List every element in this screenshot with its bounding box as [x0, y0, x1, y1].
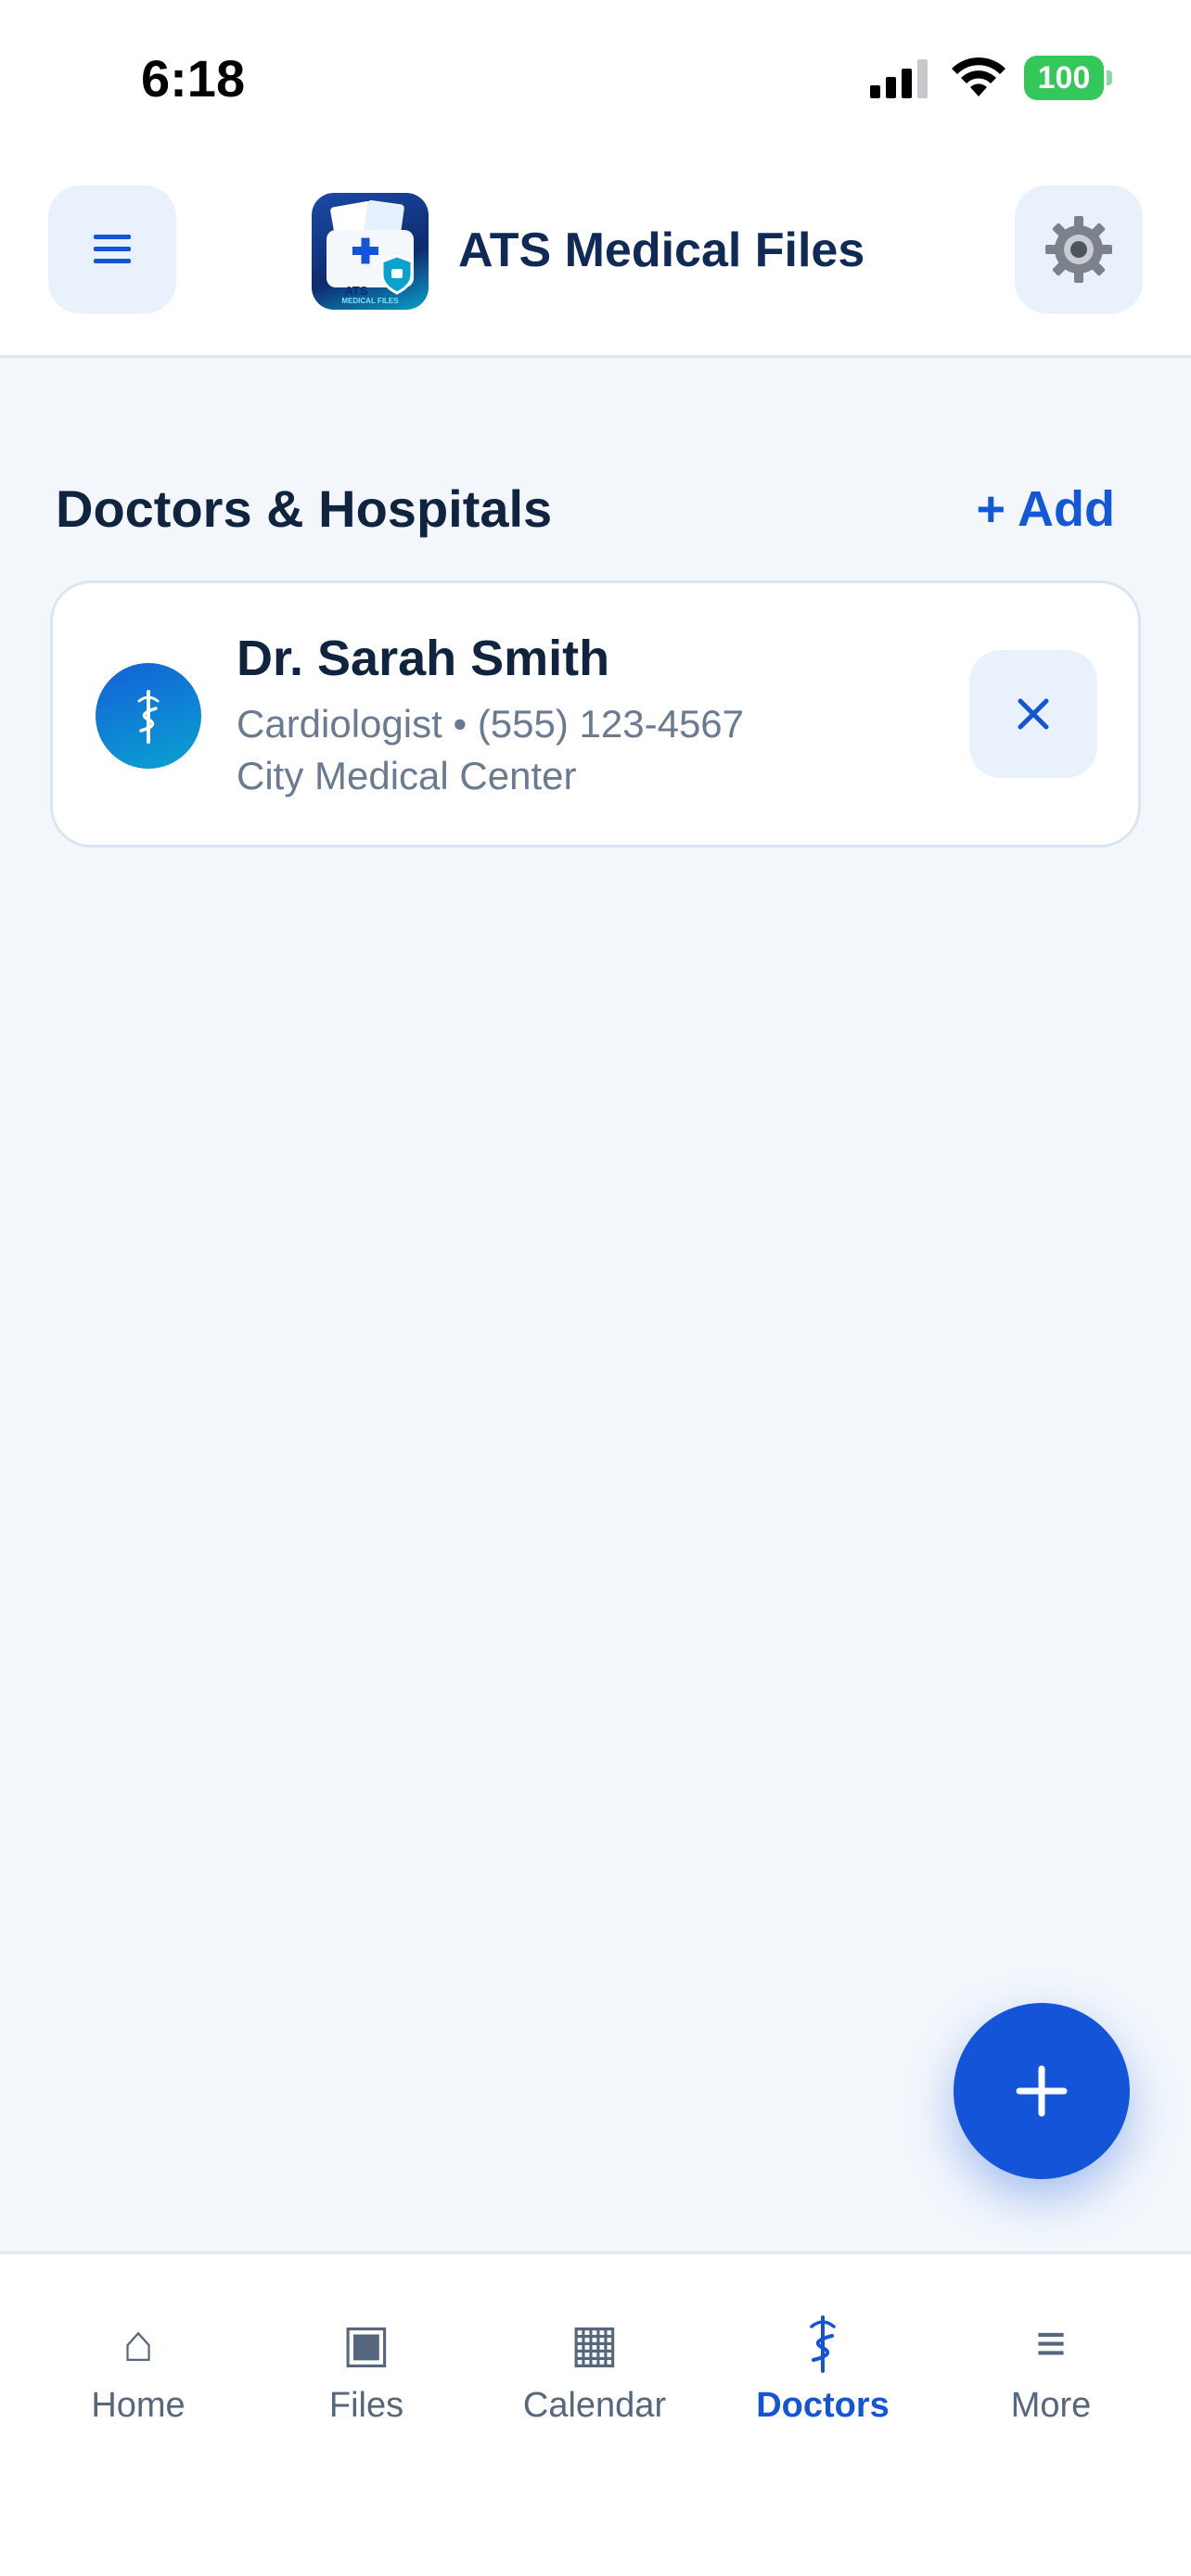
calendar-icon: ▦	[570, 2314, 620, 2372]
add-doctor-link[interactable]: + Add	[976, 480, 1115, 538]
app-logo: ATS MEDICAL FILES	[312, 193, 429, 310]
battery-indicator: 100	[1024, 56, 1104, 100]
hamburger-menu-icon	[94, 235, 131, 263]
nav-label-calendar: Calendar	[522, 2386, 667, 2425]
home-icon: ⌂	[122, 2314, 154, 2372]
nav-item-more[interactable]: ≡ More	[937, 2254, 1165, 2440]
status-time: 6:18	[141, 49, 246, 108]
cellular-signal-icon	[870, 59, 928, 98]
caduceus-icon	[137, 690, 160, 744]
gear-icon	[1045, 216, 1112, 283]
remove-doctor-button[interactable]	[969, 650, 1097, 778]
plus-icon	[1016, 2065, 1068, 2117]
doctor-avatar	[96, 663, 201, 769]
menu-button[interactable]	[48, 185, 176, 313]
nav-label-files: Files	[328, 2386, 404, 2425]
doctor-hospital: City Medical Center	[237, 754, 577, 797]
add-fab-button[interactable]	[954, 2003, 1130, 2179]
settings-button[interactable]	[1015, 185, 1143, 313]
bottom-nav: ⌂ Home ▣ Files ▦ Calendar Doctors ≡ More	[0, 2251, 1191, 2576]
section-title: Doctors & Hospitals	[56, 479, 553, 538]
nav-label-home: Home	[91, 2386, 186, 2425]
close-icon	[1018, 698, 1049, 730]
logo-subtext: MEDICAL FILES	[341, 297, 399, 305]
doctor-card[interactable]: Dr. Sarah Smith Cardiologist • (555) 123…	[50, 580, 1141, 848]
nav-label-more: More	[1010, 2386, 1092, 2425]
doctors-screen: 6:18 100 ATS MEDICAL FILES ATS Medical F…	[0, 0, 1191, 2576]
nav-item-calendar[interactable]: ▦ Calendar	[480, 2254, 709, 2440]
wifi-icon	[952, 57, 1005, 96]
status-bar: 6:18 100	[0, 0, 1191, 158]
files-icon: ▣	[341, 2314, 391, 2372]
more-icon: ≡	[1035, 2314, 1067, 2372]
app-header: ATS MEDICAL FILES ATS Medical Files	[0, 158, 1191, 358]
caduceus-nav-icon	[810, 2315, 836, 2373]
nav-item-doctors[interactable]: Doctors	[709, 2254, 937, 2440]
battery-nub	[1107, 70, 1112, 85]
nav-item-files[interactable]: ▣ Files	[252, 2254, 480, 2440]
app-title: ATS Medical Files	[458, 223, 865, 277]
doctor-specialty-phone: Cardiologist • (555) 123-4567	[237, 702, 745, 746]
doctor-name: Dr. Sarah Smith	[237, 631, 610, 686]
doctors-icon	[793, 2314, 852, 2373]
logo-text: ATS	[344, 284, 368, 298]
nav-item-home[interactable]: ⌂ Home	[24, 2254, 252, 2440]
nav-label-doctors: Doctors	[756, 2386, 890, 2425]
